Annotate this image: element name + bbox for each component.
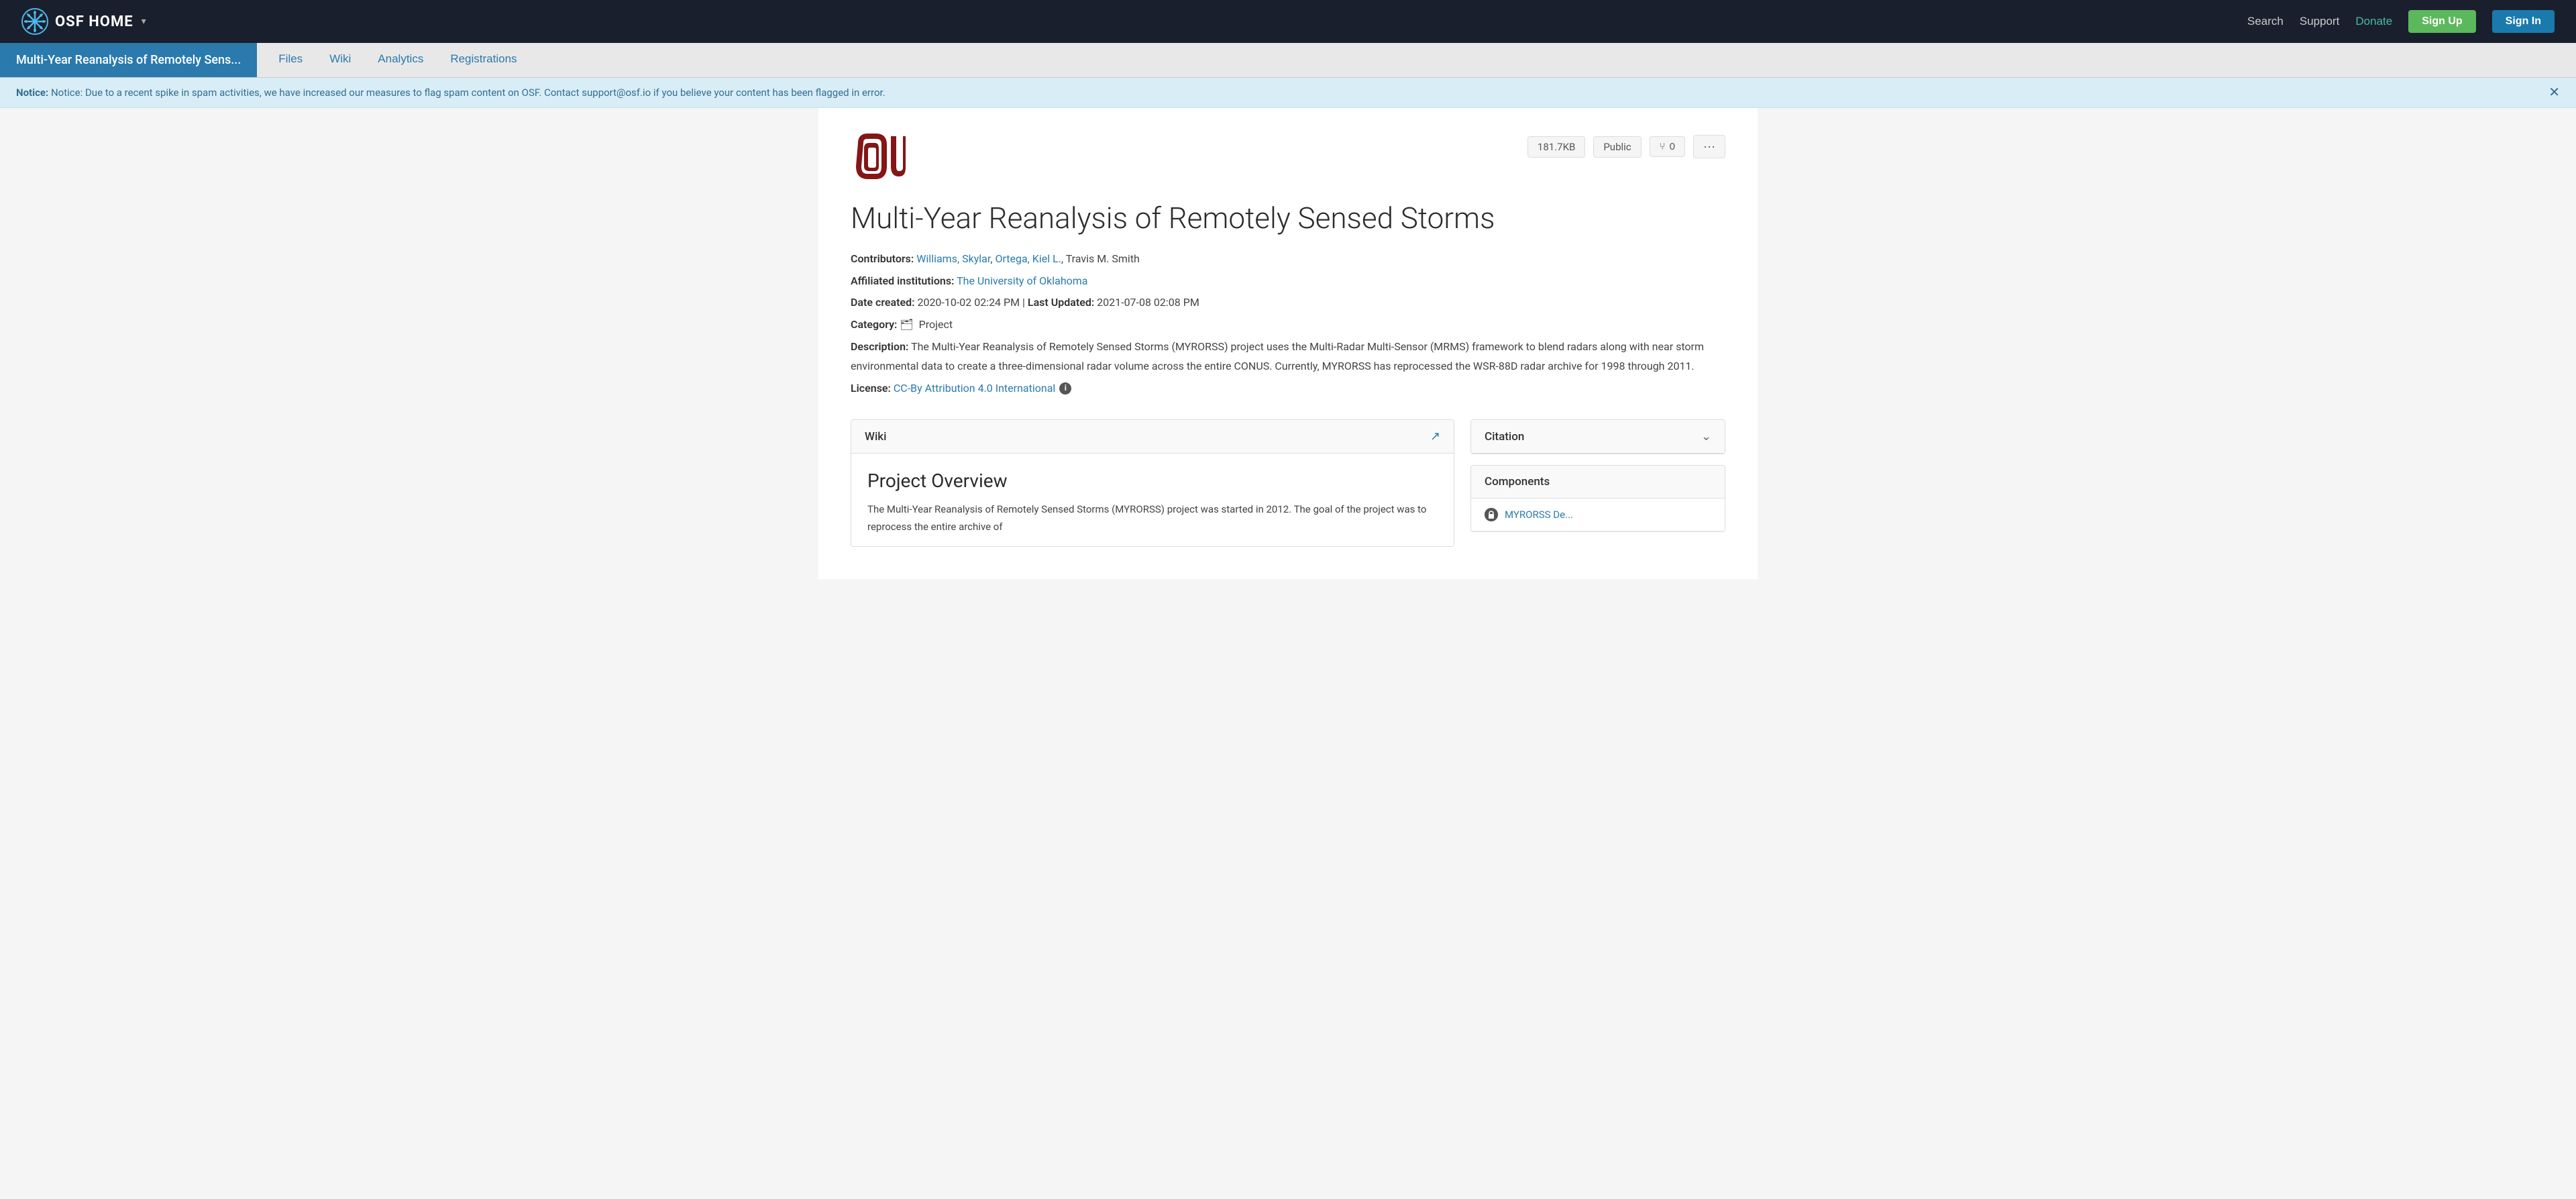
license-link[interactable]: CC-By Attribution 4.0 International bbox=[894, 379, 1055, 399]
license-row: License: CC-By Attribution 4.0 Internati… bbox=[851, 379, 1725, 399]
wiki-panel-header: Wiki ↗ bbox=[851, 420, 1454, 454]
search-nav-link[interactable]: Search bbox=[2247, 15, 2284, 28]
brand-dropdown-arrow[interactable]: ▾ bbox=[142, 16, 146, 27]
notice-text: Notice: Notice: Due to a recent spike in… bbox=[16, 87, 885, 99]
component-icon bbox=[1485, 508, 1498, 521]
signin-button[interactable]: Sign In bbox=[2492, 10, 2555, 33]
components-panel: Components MYRORSS De... bbox=[1470, 465, 1725, 532]
fork-icon: ⑂ bbox=[1660, 141, 1666, 152]
tab-analytics[interactable]: Analytics bbox=[364, 43, 437, 78]
institution-link[interactable]: The University of Oklahoma bbox=[957, 274, 1087, 287]
wiki-panel: Wiki ↗ Project Overview The Multi-Year R… bbox=[851, 419, 1454, 547]
top-navbar: OSF HOME ▾ Search Support Donate Sign Up… bbox=[0, 0, 2576, 43]
component-item: MYRORSS De... bbox=[1471, 499, 1725, 531]
tab-files[interactable]: Files bbox=[265, 43, 316, 78]
citation-panel: Citation ⌄ bbox=[1470, 419, 1725, 454]
wiki-external-link-icon[interactable]: ↗ bbox=[1430, 429, 1440, 444]
brand-name: OSF HOME bbox=[55, 13, 133, 30]
more-options-button[interactable]: ··· bbox=[1693, 135, 1725, 158]
right-panels: Citation ⌄ Components MYRORSS De... bbox=[1470, 419, 1725, 547]
license-label: License: bbox=[851, 382, 891, 395]
main-content: 181.7KB Public ⑂ 0 ··· Multi-Year Reanal… bbox=[818, 108, 1758, 579]
support-nav-link[interactable]: Support bbox=[2300, 15, 2340, 28]
project-navbar: Multi-Year Reanalysis of Remotely Sens..… bbox=[0, 43, 2576, 78]
dates-row: Date created: 2020-10-02 02:24 PM | Last… bbox=[851, 293, 1725, 313]
brand-logo[interactable]: OSF HOME ▾ bbox=[21, 8, 146, 35]
tab-wiki[interactable]: Wiki bbox=[316, 43, 364, 78]
ou-logo-icon bbox=[851, 129, 911, 190]
panels-row: Wiki ↗ Project Overview The Multi-Year R… bbox=[851, 419, 1725, 547]
institution-row: Affiliated institutions: The University … bbox=[851, 272, 1725, 291]
category-row: Category: 🗂 Project bbox=[851, 315, 1725, 335]
category-value: Project bbox=[919, 318, 953, 331]
date-created-value: 2020-10-02 02:24 PM bbox=[917, 296, 1020, 309]
navbar-right: Search Support Donate Sign Up Sign In bbox=[2247, 10, 2555, 33]
file-size-badge: 181.7KB bbox=[1527, 136, 1585, 158]
components-panel-header: Components bbox=[1471, 466, 1725, 499]
date-created-label: Date created: bbox=[851, 296, 914, 309]
wiki-panel-body: Project Overview The Multi-Year Reanalys… bbox=[851, 454, 1454, 546]
wiki-content-text: The Multi-Year Reanalysis of Remotely Se… bbox=[867, 501, 1438, 535]
notice-prefix: Notice: bbox=[16, 87, 48, 99]
affiliated-label: Affiliated institutions: bbox=[851, 274, 954, 287]
license-info-icon[interactable]: i bbox=[1059, 382, 1071, 395]
notice-close-button[interactable]: ✕ bbox=[2548, 86, 2560, 99]
description-label: Description: bbox=[851, 340, 908, 353]
citation-panel-title: Citation bbox=[1485, 430, 1524, 444]
component-link[interactable]: MYRORSS De... bbox=[1505, 509, 1573, 521]
institution-logo bbox=[851, 129, 911, 190]
project-details: Contributors: Williams, Skylar, Ortega, … bbox=[851, 250, 1725, 399]
notice-banner: Notice: Notice: Due to a recent spike in… bbox=[0, 78, 2576, 108]
project-tabs: Files Wiki Analytics Registrations bbox=[257, 43, 538, 77]
contributor-1[interactable]: Williams, Skylar bbox=[916, 252, 990, 265]
project-meta-actions: 181.7KB Public ⑂ 0 ··· bbox=[1527, 129, 1725, 158]
wiki-panel-title: Wiki bbox=[865, 430, 887, 444]
category-icon: 🗂 bbox=[900, 315, 913, 335]
forks-button[interactable]: ⑂ 0 bbox=[1650, 136, 1685, 157]
donate-nav-link[interactable]: Donate bbox=[2355, 15, 2392, 28]
description-text: The Multi-Year Reanalysis of Remotely Se… bbox=[851, 340, 1704, 372]
fork-count: 0 bbox=[1670, 141, 1675, 152]
project-title: Multi-Year Reanalysis of Remotely Sensed… bbox=[851, 201, 1725, 236]
date-updated-label: Last Updated: bbox=[1028, 296, 1094, 309]
visibility-badge: Public bbox=[1593, 136, 1641, 158]
notice-message: Notice: Due to a recent spike in spam ac… bbox=[51, 87, 885, 99]
citation-chevron-icon: ⌄ bbox=[1701, 429, 1711, 444]
category-label: Category: bbox=[851, 318, 897, 331]
osf-logo-icon bbox=[21, 8, 48, 35]
date-updated-value: 2021-07-08 02:08 PM bbox=[1097, 296, 1199, 309]
contributors-row: Contributors: Williams, Skylar, Ortega, … bbox=[851, 250, 1725, 269]
project-header: 181.7KB Public ⑂ 0 ··· bbox=[851, 129, 1725, 190]
citation-panel-header[interactable]: Citation ⌄ bbox=[1471, 420, 1725, 454]
license-info: CC-By Attribution 4.0 International i bbox=[894, 379, 1071, 399]
wiki-section-title: Project Overview bbox=[867, 470, 1438, 492]
contributor-3: Travis M. Smith bbox=[1066, 252, 1140, 265]
description-row: Description: The Multi-Year Reanalysis o… bbox=[851, 337, 1725, 376]
contributors-label: Contributors: bbox=[851, 252, 914, 265]
tab-registrations[interactable]: Registrations bbox=[437, 43, 530, 78]
contributor-2[interactable]: Ortega, Kiel L. bbox=[995, 252, 1061, 265]
signup-button[interactable]: Sign Up bbox=[2408, 10, 2475, 33]
component-lock-icon bbox=[1485, 508, 1498, 521]
date-separator: | bbox=[1022, 296, 1028, 309]
project-title-tab[interactable]: Multi-Year Reanalysis of Remotely Sens..… bbox=[0, 43, 257, 77]
